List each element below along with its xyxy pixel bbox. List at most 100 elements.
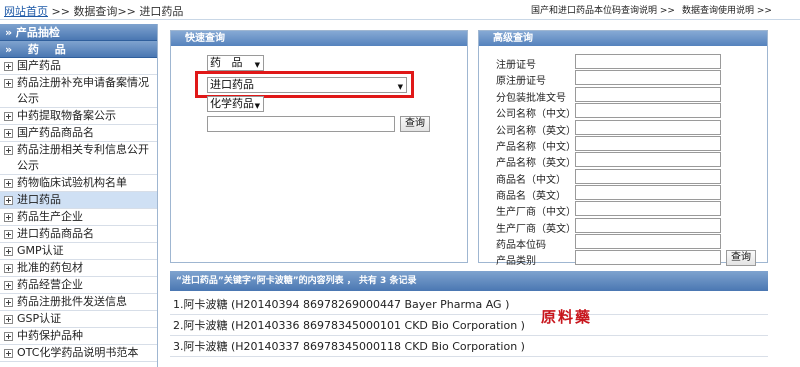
expand-icon [4, 79, 13, 88]
sidebar-item-label: 药品注册批件发送信息 [17, 295, 127, 308]
expand-icon [4, 179, 13, 188]
sidebar-item-imported-drugs[interactable]: 进口药品 [0, 192, 157, 209]
field-label-product-cn: 产品名称（中文） [496, 142, 576, 153]
expand-icon [4, 298, 13, 307]
expand-icon [4, 196, 13, 205]
quick-query-button[interactable]: 查询 [400, 116, 430, 132]
sidebar-item-label: GSP认证 [17, 312, 62, 325]
field-label-trade-en: 商品名（英文） [496, 191, 566, 202]
results-header: “进口药品”关键字“阿卡波糖”的内容列表 ， 共有 3 条记录 [170, 271, 768, 291]
sidebar-item-label: 国产药品商品名 [17, 126, 94, 139]
sidebar-item-label: 药物临床试验机构名单 [17, 176, 127, 189]
expand-icon [4, 62, 13, 71]
result-row-2[interactable]: 2.阿卡波糖 (H20140336 86978345000101 CKD Bio… [170, 315, 768, 336]
expand-icon [4, 349, 13, 358]
subpack-no-input[interactable] [575, 87, 721, 102]
sidebar-head-product-sampling[interactable]: » 产品抽检 [0, 24, 157, 41]
expand-icon [4, 332, 13, 341]
drug-type-select-value: 化学药品 [210, 97, 254, 110]
sidebar-item-clinical-trial-institutions[interactable]: 药物临床试验机构名单 [0, 175, 157, 192]
sidebar-item-distributors[interactable]: 药品经营企业 [0, 277, 157, 294]
reg-no-input[interactable] [575, 54, 721, 69]
sidebar-item-label: OTC化学药品说明书范本 [17, 346, 139, 359]
code-query-help-link[interactable]: 国产和进口药品本位码查询说明 >> [531, 3, 675, 16]
sidebar-item-gmp[interactable]: GMP认证 [0, 243, 157, 260]
expand-icon [4, 230, 13, 239]
breadcrumb-separator: >> [117, 5, 140, 18]
maker-cn-input[interactable] [575, 201, 721, 216]
sidebar-item-tcm-protected[interactable]: 中药保护品种 [0, 328, 157, 345]
field-label-product-category: 产品类别 [496, 256, 536, 267]
sidebar-item-approval-dispatch[interactable]: 药品注册批件发送信息 [0, 294, 157, 311]
trade-cn-input[interactable] [575, 169, 721, 184]
usage-help-link[interactable]: 数据查询使用说明 >> [682, 3, 772, 16]
sidebar-item-gsp[interactable]: GSP认证 [0, 311, 157, 328]
result-row-3[interactable]: 3.阿卡波糖 (H20140337 86978345000118 CKD Bio… [170, 336, 768, 357]
sidebar-item-imported-trade-name[interactable]: 进口药品商品名 [0, 226, 157, 243]
sidebar-item-label: GMP认证 [17, 244, 64, 257]
results-panel: “进口药品”关键字“阿卡波糖”的内容列表 ， 共有 3 条记录 1.阿卡波糖 (… [170, 271, 768, 367]
sidebar-item-domestic-drugs[interactable]: 国产药品 [0, 58, 157, 75]
sidebar-head-drugs[interactable]: » 药 品 [0, 41, 157, 58]
field-label-company-en: 公司名称（英文） [496, 126, 576, 137]
sidebar-item-label: 进口药品 [17, 193, 61, 206]
sidebar-item-otc-leaflet[interactable]: OTC化学药品说明书范本 [0, 345, 157, 362]
product-cn-input[interactable] [575, 136, 721, 151]
category-select[interactable]: 药 品 ▼ [207, 55, 264, 71]
sidebar-item-supplement-filing[interactable]: 药品注册补充申请备案情况公示 [0, 75, 157, 108]
drug-type-select[interactable]: 化学药品 ▼ [207, 96, 264, 112]
sidebar-item-label: 国产药品 [17, 59, 61, 72]
category-select-value: 药 品 [210, 56, 243, 69]
field-label-maker-en: 生产厂商（英文） [496, 224, 576, 235]
field-label-maker-cn: 生产厂商（中文） [496, 207, 576, 218]
maker-en-input[interactable] [575, 218, 721, 233]
advanced-query-button[interactable]: 查询 [726, 250, 756, 266]
drug-code-input[interactable] [575, 234, 721, 249]
sidebar-item-label: 药品注册相关专利信息公开公示 [17, 143, 149, 172]
field-label-company-cn: 公司名称（中文） [496, 109, 576, 120]
expand-icon [4, 213, 13, 222]
chevron-down-icon: ▼ [254, 61, 260, 69]
field-label-drug-code: 药品本位码 [496, 240, 546, 251]
expand-icon [4, 146, 13, 155]
breadcrumb-home-link[interactable]: 网站首页 [4, 5, 48, 18]
quick-search-title: 快速查询 [171, 31, 467, 46]
sidebar-item-label: 药品注册补充申请备案情况公示 [17, 76, 149, 105]
company-cn-input[interactable] [575, 103, 721, 118]
expand-icon [4, 281, 13, 290]
sidebar-item-label: 中药保护品种 [17, 329, 83, 342]
annotation-raw-material: 原料藥 [541, 308, 593, 326]
field-label-trade-cn: 商品名（中文） [496, 175, 566, 186]
field-label-reg-no: 注册证号 [496, 60, 536, 71]
company-en-input[interactable] [575, 120, 721, 135]
sidebar-item-patent-info[interactable]: 药品注册相关专利信息公开公示 [0, 142, 157, 175]
breadcrumb-data-query[interactable]: 数据查询 [73, 5, 117, 18]
sidebar-item-label: 进口药品商品名 [17, 227, 94, 240]
highlight-box [195, 71, 414, 98]
product-category-input[interactable] [575, 250, 721, 265]
sidebar-item-tcm-extract[interactable]: 中药提取物备案公示 [0, 108, 157, 125]
top-bar: 网站首页 >> 数据查询>> 进口药品 国产和进口药品本位码查询说明 >> 数据… [0, 0, 800, 20]
sidebar-item-label: 药品生产企业 [17, 210, 83, 223]
expand-icon [4, 129, 13, 138]
sidebar-item-domestic-trade-name[interactable]: 国产药品商品名 [0, 125, 157, 142]
sidebar-item-packaging[interactable]: 批准的药包材 [0, 260, 157, 277]
expand-icon [4, 112, 13, 121]
chevron-down-icon: ▼ [254, 102, 260, 110]
advanced-search-title: 高级查询 [479, 31, 767, 46]
keyword-input[interactable] [207, 116, 395, 132]
sidebar-item-label: 批准的药包材 [17, 261, 83, 274]
breadcrumb-separator: >> [48, 5, 74, 18]
expand-icon [4, 315, 13, 324]
expand-icon [4, 264, 13, 273]
product-en-input[interactable] [575, 152, 721, 167]
breadcrumb: 网站首页 >> 数据查询>> 进口药品 [4, 3, 183, 19]
expand-icon [4, 247, 13, 256]
sidebar: » 产品抽检 » 药 品 国产药品 药品注册补充申请备案情况公示 中药提取物备案… [0, 24, 158, 367]
field-label-subpack-no: 分包装批准文号 [496, 93, 566, 104]
result-row-1[interactable]: 1.阿卡波糖 (H20140394 86978269000447 Bayer P… [170, 294, 768, 315]
orig-reg-no-input[interactable] [575, 70, 721, 85]
field-label-orig-reg-no: 原注册证号 [496, 76, 546, 87]
sidebar-item-manufacturers[interactable]: 药品生产企业 [0, 209, 157, 226]
trade-en-input[interactable] [575, 185, 721, 200]
